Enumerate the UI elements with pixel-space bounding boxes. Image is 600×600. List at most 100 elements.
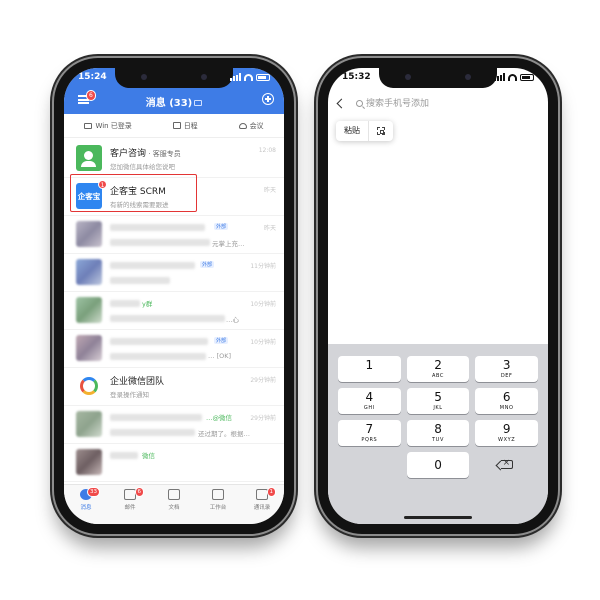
key-letters: GHI [363,405,375,411]
tab-contacts-label: 通讯录 [253,505,271,511]
message-preview: 元掌上充… [212,240,245,248]
dialer-screen: 15:32 粘贴 1 2ABC 3DEF 4GHI 5JKL [328,68,548,524]
phone-messages: 15:24 6 消息 (33) Win 已登录 日程 会议 客户咨询 · 客服专… [54,58,294,534]
pc-sync-icon [194,100,203,106]
message-time: 29分钟前 [250,415,276,422]
key-2[interactable]: 2 ABC [406,356,470,382]
tab-messages-label: 消息 [80,505,92,511]
backspace-icon [500,458,513,469]
key-digit: 0 [434,458,442,472]
blurred-preview [110,315,225,322]
message-preview: 登录操作通知 [110,391,149,399]
key-blank [338,452,401,478]
keypad-row: 0 [338,452,538,478]
key-digit: 5 [434,390,442,404]
key-digit: 1 [365,358,374,372]
list-item[interactable]: 外部 元掌上充… 昨天 [64,216,284,254]
quick-win-login-label: Win 已登录 [95,121,132,130]
messages-screen: 15:24 6 消息 (33) Win 已登录 日程 会议 客户咨询 · 客服专… [64,68,284,524]
status-time: 15:32 [342,72,371,82]
blurred-name [110,262,195,269]
blurred-avatar [76,335,102,361]
key-1[interactable]: 1 [338,356,401,382]
keypad-row: 4 GHI 5 JKL 6 MNO [338,388,539,414]
key-letters: MNO [499,405,514,411]
key-6[interactable]: 6 MNO [475,388,539,414]
key-digit: 9 [502,422,511,436]
key-4[interactable]: 4 GHI [338,388,401,414]
page-title-text: 消息 (33) [145,98,193,109]
key-0[interactable]: 0 [406,452,470,478]
blurred-avatar [76,297,102,323]
key-letters: PQRS [361,437,378,443]
key-letters: TUV [432,437,444,443]
quick-win-login[interactable]: Win 已登录 [84,121,132,131]
key-digit: 6 [502,390,511,404]
monitor-icon [84,122,93,129]
signal-icon [230,73,241,81]
quick-meeting-label: 会议 [249,121,264,130]
conversation-name: 客户咨询 · 客服专员 [110,146,181,159]
blurred-name [110,414,202,421]
keypad-row: 7 PQRS 8 TUV 9 WXYZ [338,420,539,446]
conversation-name: …@微信 [206,414,232,422]
key-9[interactable]: 9 WXYZ [475,420,539,446]
delete-key[interactable] [475,452,538,478]
blurred-preview [110,353,206,360]
tab-workbench-label: 工作台 [209,505,227,511]
tab-messages[interactable]: 消息 33 [68,487,104,524]
system-icons [494,73,534,81]
status-bar: 15:32 [328,68,548,88]
document-icon [168,489,180,500]
list-item[interactable]: 外部 … [OK] 10分钟前 [64,330,284,368]
list-item[interactable]: 微信 [64,444,284,482]
key-7[interactable]: 7 PQRS [338,420,401,446]
messages-header: 15:24 6 消息 (33) [64,68,284,114]
key-5[interactable]: 5 JKL [406,388,470,414]
wifi-icon [244,73,253,81]
tab-contacts[interactable]: 通讯录 1 [244,487,280,524]
quick-meeting[interactable]: 会议 [238,121,264,131]
tab-docs[interactable]: 文档 [156,489,192,524]
list-item[interactable]: y群 …心 10分钟前 [64,292,284,330]
page-title: 消息 (33) [64,94,284,109]
key-digit: 4 [365,390,374,404]
paste-button[interactable]: 粘贴 [336,121,369,141]
customer-service-avatar [76,145,102,171]
back-icon[interactable] [336,98,347,109]
list-item[interactable]: 企业微信团队 登录操作通知 29分钟前 [64,368,284,406]
signal-icon [494,73,505,81]
grid-icon [212,489,224,500]
keypad-row: 1 2 ABC 3 DEF [338,356,539,382]
blurred-avatar [76,411,102,437]
message-preview: … [OK] [208,352,232,360]
list-item[interactable]: 客户咨询 · 客服专员 您加微信具体给您说吧 12:08 [64,140,284,178]
phone-search-input[interactable] [366,97,516,111]
phone-dialer: 15:32 粘贴 1 2ABC 3DEF 4GHI 5JKL [318,58,558,534]
blurred-name [110,452,138,459]
cloud-icon [238,122,247,129]
message-time: 11分钟前 [250,263,276,270]
highlight-box [70,174,197,212]
blurred-preview [110,239,210,246]
message-preview: 还过期了。根据… [198,430,250,438]
tab-mail-label: 邮件 [124,505,136,511]
conversation-name: y群 [142,300,153,308]
tab-workbench[interactable]: 工作台 [200,489,236,524]
key-digit: 8 [434,422,442,436]
add-icon[interactable] [262,93,274,105]
key-8[interactable]: 8 TUV [406,420,470,446]
wifi-icon [508,73,517,81]
key-3[interactable]: 3 DEF [475,356,539,382]
list-item[interactable]: …@微信 还过期了。根据… 29分钟前 [64,406,284,444]
tab-badge: 33 [87,487,100,497]
scan-text-icon[interactable] [377,127,385,135]
conversation-name: 企业微信团队 [110,377,165,387]
quick-schedule[interactable]: 日程 [172,121,198,131]
tab-docs-label: 文档 [168,505,180,511]
blurred-name [110,338,208,345]
tab-mail[interactable]: 邮件 6 [112,487,148,524]
list-item[interactable]: 外部 11分钟前 [64,254,284,292]
message-time: 29分钟前 [250,377,276,384]
status-bar: 15:24 [64,68,284,88]
